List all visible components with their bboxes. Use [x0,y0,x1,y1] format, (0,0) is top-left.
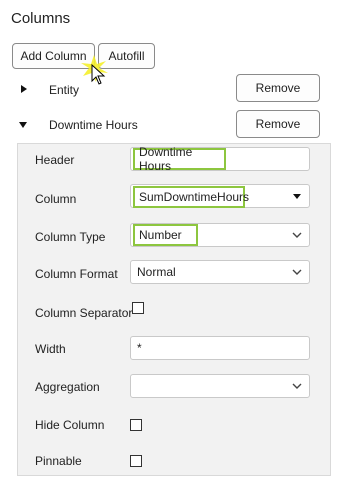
column-type-value: Number [133,224,198,246]
remove-downtime-button[interactable]: Remove [236,110,320,138]
column-select-value: SumDowntimeHours [133,186,249,208]
pinnable-label: Pinnable [35,454,82,468]
hide-column-checkbox[interactable] [130,419,142,431]
triangle-right-icon [21,85,27,93]
column-separator-label: Column Separator [35,306,133,320]
column-format-value: Normal [137,265,176,279]
header-input-value: Downtime Hours [133,145,226,173]
expand-entity-caret[interactable] [20,85,28,95]
mouse-cursor-icon [81,55,108,85]
aggregation-label: Aggregation [35,380,100,394]
hide-column-label: Hide Column [35,418,105,432]
column-format-label: Column Format [35,267,118,281]
chevron-down-icon [292,232,302,238]
page-title: Columns [11,10,71,27]
row-label-entity: Entity [49,83,80,97]
collapse-downtime-caret[interactable] [19,121,27,131]
pinnable-checkbox[interactable] [130,455,142,467]
column-type-label: Column Type [35,230,106,244]
row-label-downtime-hours: Downtime Hours [49,118,138,132]
width-input[interactable]: * [130,336,310,360]
chevron-down-icon [292,383,302,389]
dropdown-arrow-icon [293,194,301,199]
column-label: Column [35,192,77,206]
aggregation-select[interactable] [130,374,310,398]
triangle-down-icon [19,122,27,128]
remove-entity-button[interactable]: Remove [236,74,320,102]
width-label: Width [35,342,66,356]
chevron-down-icon [292,269,302,275]
header-label: Header [35,153,75,167]
column-separator-checkbox[interactable] [132,302,144,314]
width-value: * [137,341,142,355]
column-format-select[interactable]: Normal [130,260,310,284]
